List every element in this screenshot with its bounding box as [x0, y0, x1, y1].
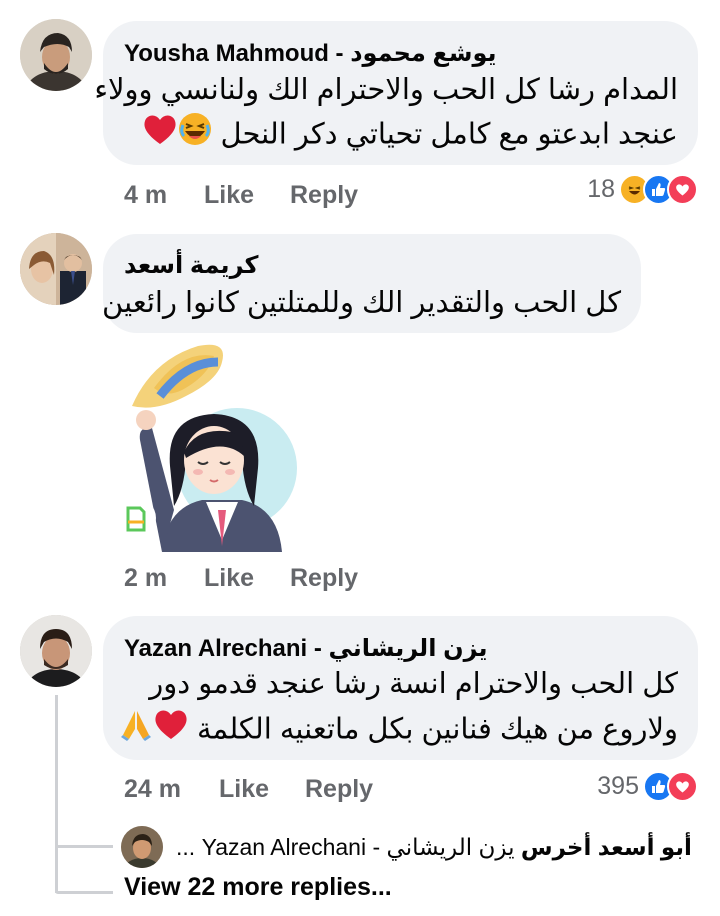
- love-reaction-icon: [667, 174, 698, 205]
- comment-text: ولاروع من هيك فنانين بكل ماتعنيه الكلمة: [197, 713, 678, 746]
- reply-preview-text: يزن الريشاني - Yazan Alrechani ...: [176, 834, 515, 860]
- girl-tipping-hat-sticker[interactable]: [116, 340, 307, 552]
- love-reaction-icon: [667, 771, 698, 802]
- comment-timestamp[interactable]: 2 m: [124, 564, 167, 593]
- view-more-branch-line: [55, 891, 113, 894]
- comment-text-line-1: كل الحب والاحترام انسة رشا عنجد قدمو دور: [149, 668, 678, 700]
- view-more-replies-link[interactable]: View 22 more replies...: [124, 873, 392, 902]
- red-heart-emoji-icon: [153, 707, 189, 755]
- like-button[interactable]: Like: [204, 181, 254, 210]
- haha-emoji-icon: [178, 112, 212, 160]
- reaction-summary[interactable]: 395: [597, 771, 698, 802]
- commenter-name[interactable]: Yousha Mahmoud - يوشع محمود: [124, 39, 497, 68]
- comment-text-line-1: المدام رشا كل الحب والاحترام الك ولنانسي…: [94, 74, 678, 106]
- reply-button[interactable]: Reply: [290, 181, 358, 210]
- commenter-avatar[interactable]: [20, 615, 92, 687]
- comment-timestamp[interactable]: 24 m: [124, 775, 181, 804]
- reply-thread-line: [55, 695, 58, 893]
- reaction-summary[interactable]: 18: [587, 174, 698, 205]
- reply-author-avatar[interactable]: [121, 826, 163, 868]
- reply-author-name[interactable]: أبو أسعد أخرس: [521, 834, 692, 860]
- reaction-count: 18: [587, 175, 615, 203]
- reply-branch-line: [55, 845, 113, 848]
- comment-text-line-2: عنجد ابدعتو مع كامل تحياتي دكر النحل: [142, 112, 678, 160]
- comment-timestamp[interactable]: 4 m: [124, 181, 167, 210]
- commenter-name[interactable]: كريمة أسعد: [124, 251, 258, 280]
- commenter-avatar[interactable]: [20, 233, 92, 305]
- reply-button[interactable]: Reply: [290, 564, 358, 593]
- like-button[interactable]: Like: [219, 775, 269, 804]
- commenter-avatar[interactable]: [20, 19, 92, 91]
- red-heart-emoji-icon: [142, 112, 178, 160]
- like-button[interactable]: Like: [204, 564, 254, 593]
- commenter-name[interactable]: Yazan Alrechani - يزن الريشاني: [124, 634, 488, 663]
- reply-preview[interactable]: أبو أسعد أخرس يزن الريشاني - Yazan Alrec…: [176, 834, 692, 861]
- reply-button[interactable]: Reply: [305, 775, 373, 804]
- comment-text: كل الحب والتقدير الك وللمتلتين كانوا رائ…: [102, 287, 621, 319]
- comment-text: عنجد ابدعتو مع كامل تحياتي دكر النحل: [220, 118, 678, 151]
- reaction-count: 395: [597, 772, 639, 800]
- comment-text-line-2: ولاروع من هيك فنانين بكل ماتعنيه الكلمة: [119, 707, 678, 755]
- folded-hands-emoji-icon: [119, 707, 153, 755]
